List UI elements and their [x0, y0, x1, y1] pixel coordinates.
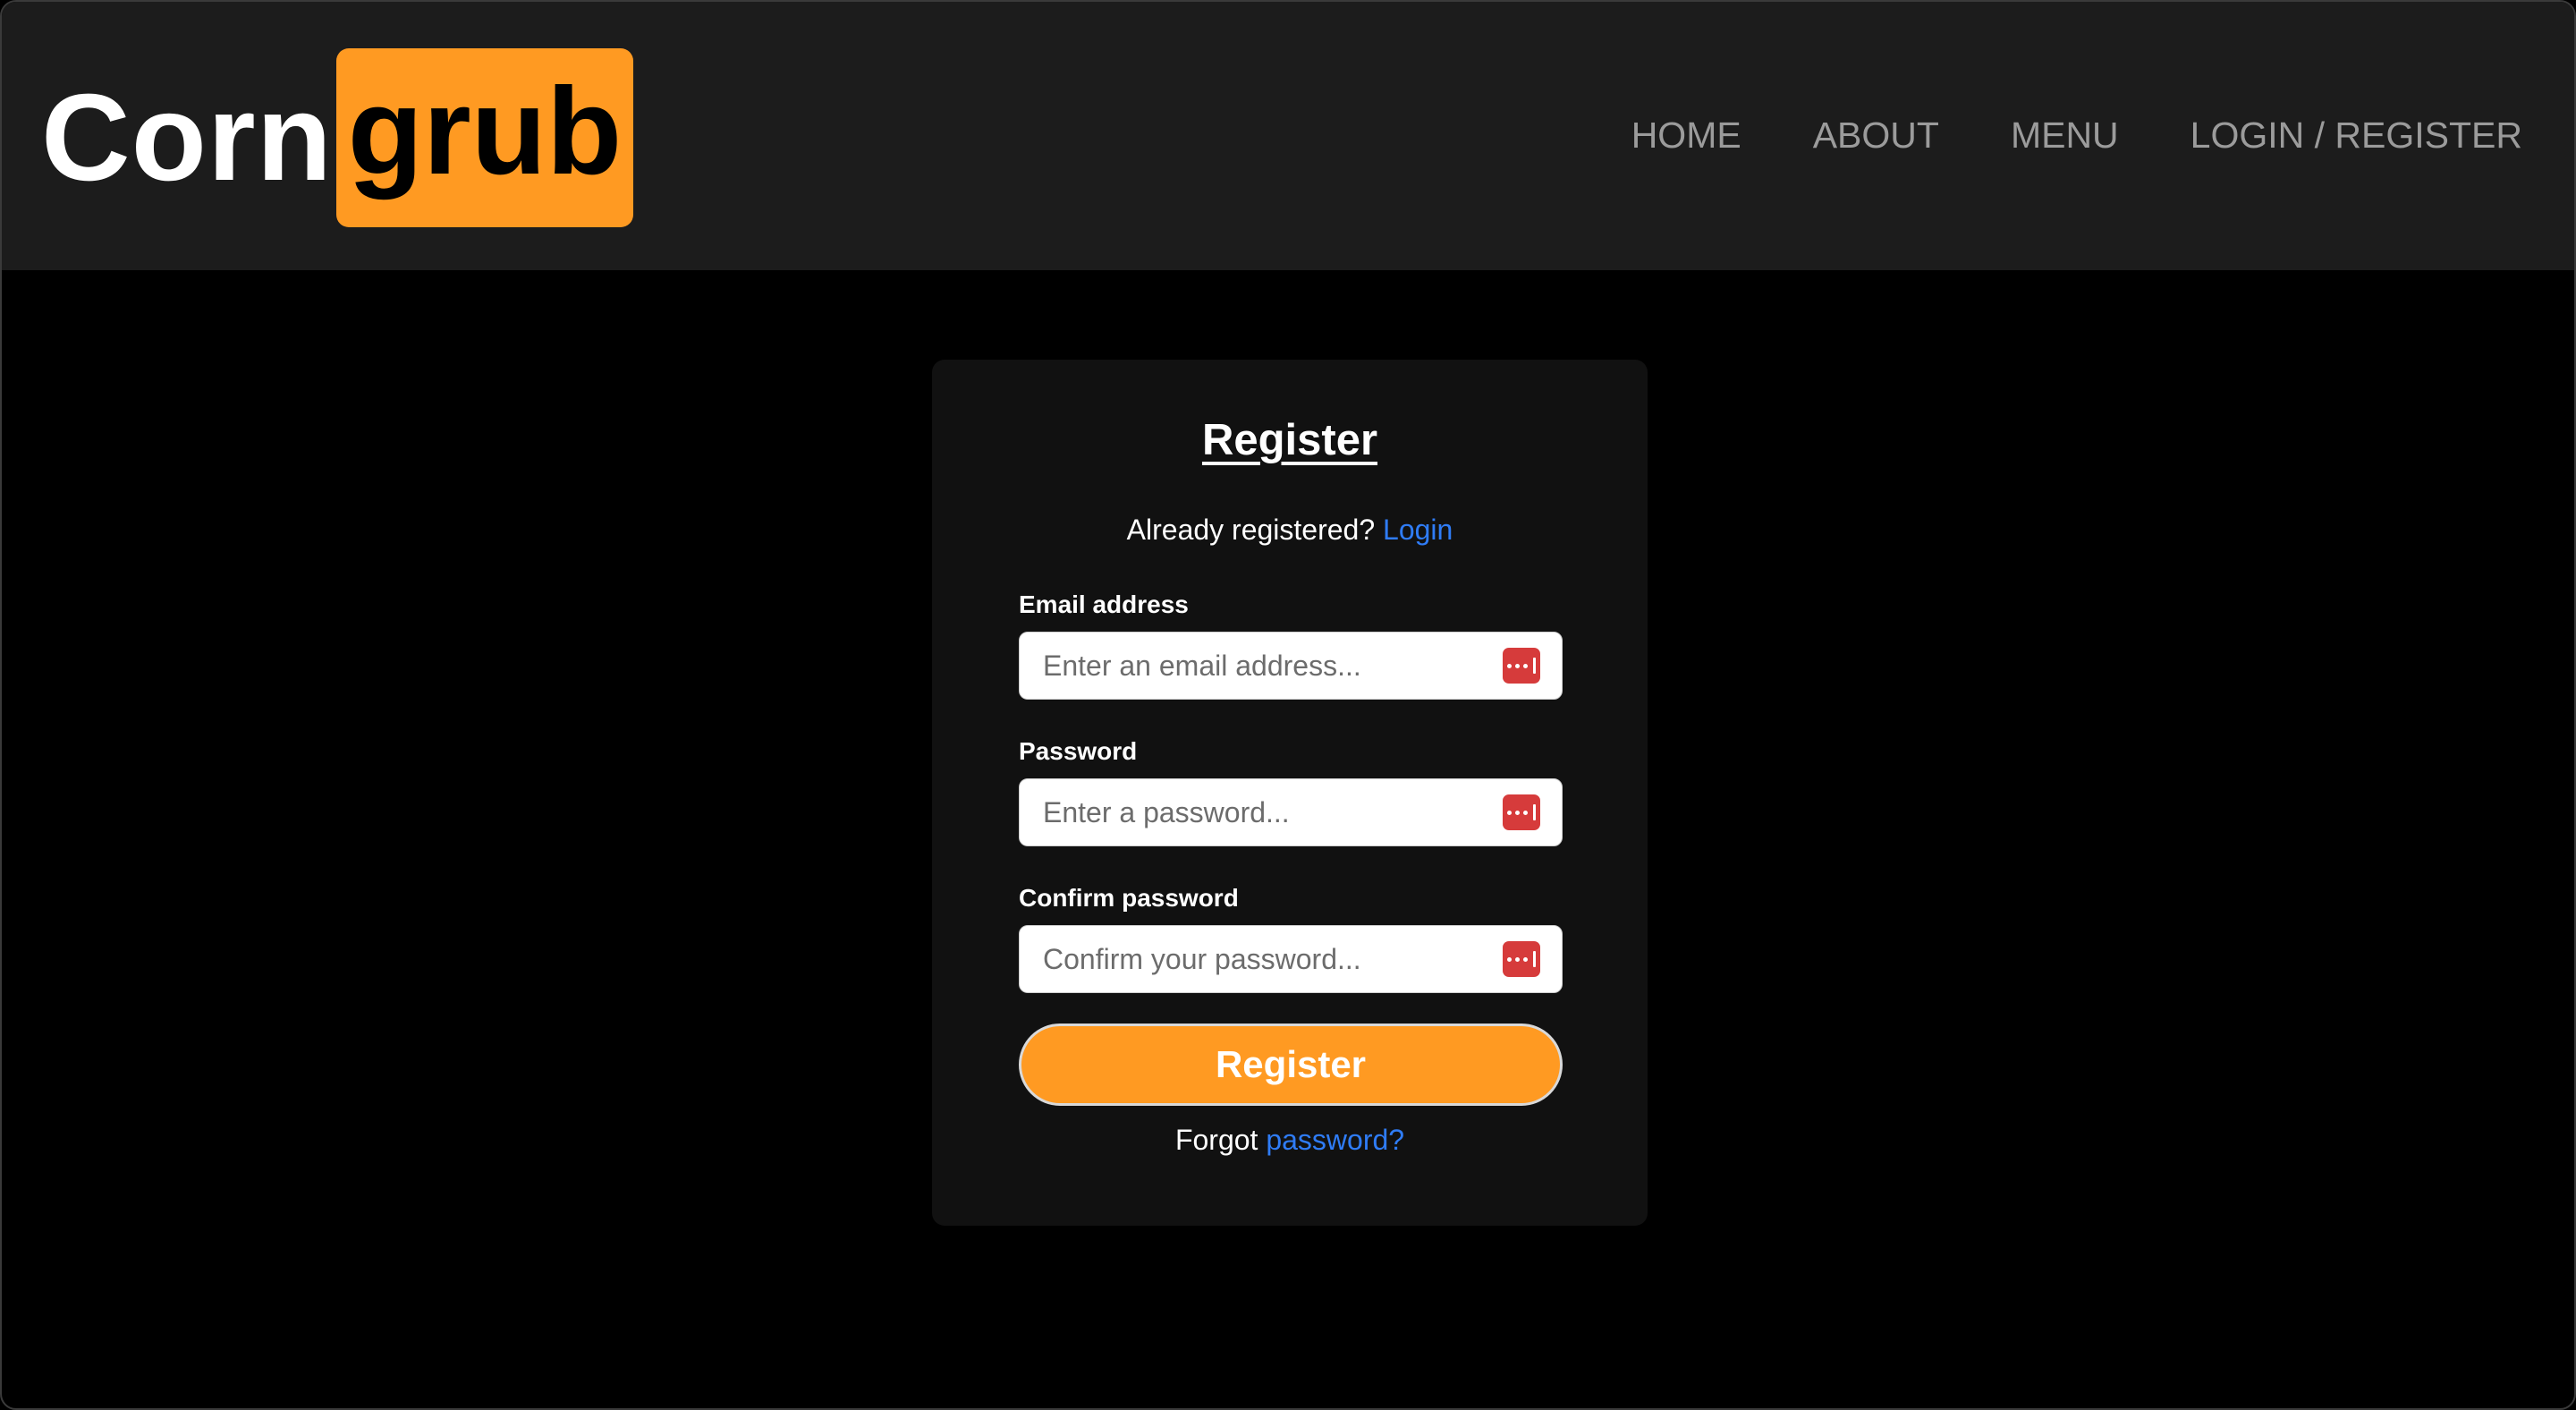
logo-text-corn: Corn: [41, 69, 333, 207]
email-field[interactable]: [1043, 649, 1503, 683]
nav-about[interactable]: ABOUT: [1813, 115, 1939, 157]
logo[interactable]: Corn grub: [41, 48, 633, 227]
password-manager-icon[interactable]: [1503, 648, 1540, 684]
password-manager-icon[interactable]: [1503, 794, 1540, 830]
nav-login-register[interactable]: LOGIN / REGISTER: [2190, 115, 2522, 157]
email-label: Email address: [1019, 590, 1189, 618]
forgot-password-line: Forgot password?: [932, 1124, 1648, 1157]
nav-home[interactable]: HOME: [1631, 115, 1741, 157]
logo-text-grub: grub: [335, 48, 633, 227]
register-button[interactable]: Register: [1019, 1024, 1563, 1106]
email-field-wrapper: [1019, 632, 1563, 700]
browser-window: Corn grub HOME ABOUT MENU LOGIN / REGIST…: [0, 0, 2576, 1410]
password-field-wrapper: [1019, 778, 1563, 846]
already-registered-line: Already registered? Login: [932, 514, 1648, 547]
nav-links: HOME ABOUT MENU LOGIN / REGISTER: [1631, 115, 2522, 157]
confirm-password-field[interactable]: [1043, 942, 1503, 976]
forgot-password-link[interactable]: password?: [1266, 1124, 1404, 1156]
login-link[interactable]: Login: [1383, 514, 1453, 546]
confirm-password-field-wrapper: [1019, 925, 1563, 993]
confirm-password-label: Confirm password: [1019, 884, 1239, 912]
password-field[interactable]: [1043, 795, 1503, 829]
password-label: Password: [1019, 737, 1138, 765]
forgot-text: Forgot: [1174, 1124, 1258, 1156]
password-manager-icon[interactable]: [1503, 941, 1540, 977]
register-card: Register Already registered? Login Email…: [932, 360, 1648, 1226]
navbar: Corn grub HOME ABOUT MENU LOGIN / REGIST…: [2, 2, 2574, 270]
page-title: Register: [1201, 416, 1378, 464]
already-registered-text: Already registered?: [1126, 514, 1376, 546]
nav-menu[interactable]: MENU: [2011, 115, 2119, 157]
